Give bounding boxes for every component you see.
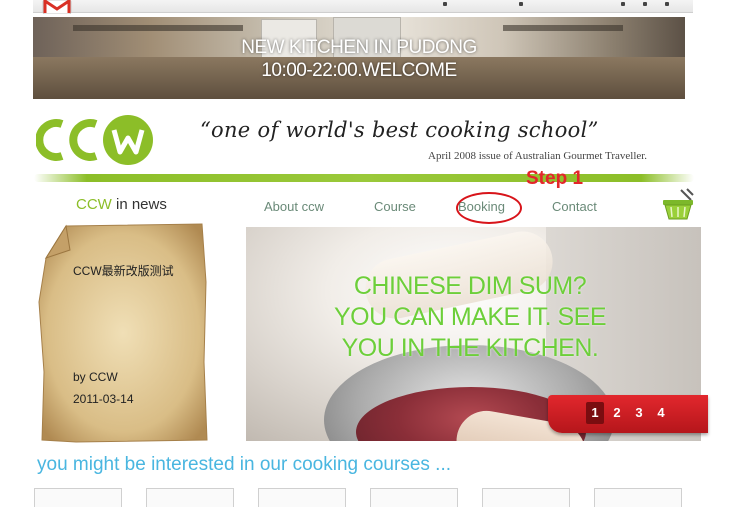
slide-page-3[interactable]: 3 <box>630 402 648 424</box>
step-label: Step 1 <box>526 168 584 189</box>
slideshow-pager <box>548 395 708 433</box>
slide-page-4[interactable]: 4 <box>652 402 670 424</box>
news-section-title: CCW in news <box>76 196 167 213</box>
toolbar-dot <box>665 2 669 6</box>
news-parchment[interactable] <box>36 222 208 444</box>
toolbar-dot <box>443 2 447 6</box>
banner-shelf <box>73 25 243 31</box>
toolbar-dot <box>643 2 647 6</box>
news-date: 2011-03-14 <box>73 392 134 406</box>
banner-line1: NEW KITCHEN IN PUDONG <box>241 37 477 58</box>
slide-caption: CHINESE DIM SUM?YOU CAN MAKE IT. SEE YOU… <box>334 272 607 362</box>
course-thumbnail[interactable] <box>146 488 234 507</box>
booking-highlight-circle <box>456 192 522 224</box>
news-headline-link[interactable]: CCW最新改版测试 <box>73 262 174 279</box>
news-author: by CCW <box>73 370 118 384</box>
slogan-source: April 2008 issue of Australian Gourmet T… <box>428 150 648 162</box>
nav-contact[interactable]: Contact <box>552 199 597 214</box>
banner-shelf <box>503 25 623 31</box>
nav-course[interactable]: Course <box>374 199 416 214</box>
banner-line2: 10:00-22:00.WELCOME <box>261 60 457 81</box>
toolbar-dot <box>519 2 523 6</box>
slogan: “one of world's best cooking school” <box>200 118 599 142</box>
news-title-rest: in news <box>111 196 167 213</box>
shopping-basket-icon[interactable] <box>661 188 695 220</box>
nav-about-ccw[interactable]: About ccw <box>264 199 324 214</box>
course-thumbnail[interactable] <box>258 488 346 507</box>
news-title-brand: CCW <box>76 196 112 213</box>
green-divider <box>34 174 694 182</box>
gmail-icon[interactable] <box>42 0 72 14</box>
course-thumbnail[interactable] <box>594 488 682 507</box>
kitchen-banner[interactable]: NEW KITCHEN IN PUDONG 10:00-22:00.WELCOM… <box>33 17 685 99</box>
course-thumbnail[interactable] <box>370 488 458 507</box>
course-thumbnail[interactable] <box>34 488 122 507</box>
courses-heading: you might be interested in our cooking c… <box>37 454 452 475</box>
top-toolbar-strip <box>33 0 693 13</box>
slide-page-1[interactable]: 1 <box>586 402 604 424</box>
course-thumbnail[interactable] <box>482 488 570 507</box>
slide-page-2[interactable]: 2 <box>608 402 626 424</box>
toolbar-dot <box>621 2 625 6</box>
ccw-logo[interactable] <box>36 114 154 166</box>
